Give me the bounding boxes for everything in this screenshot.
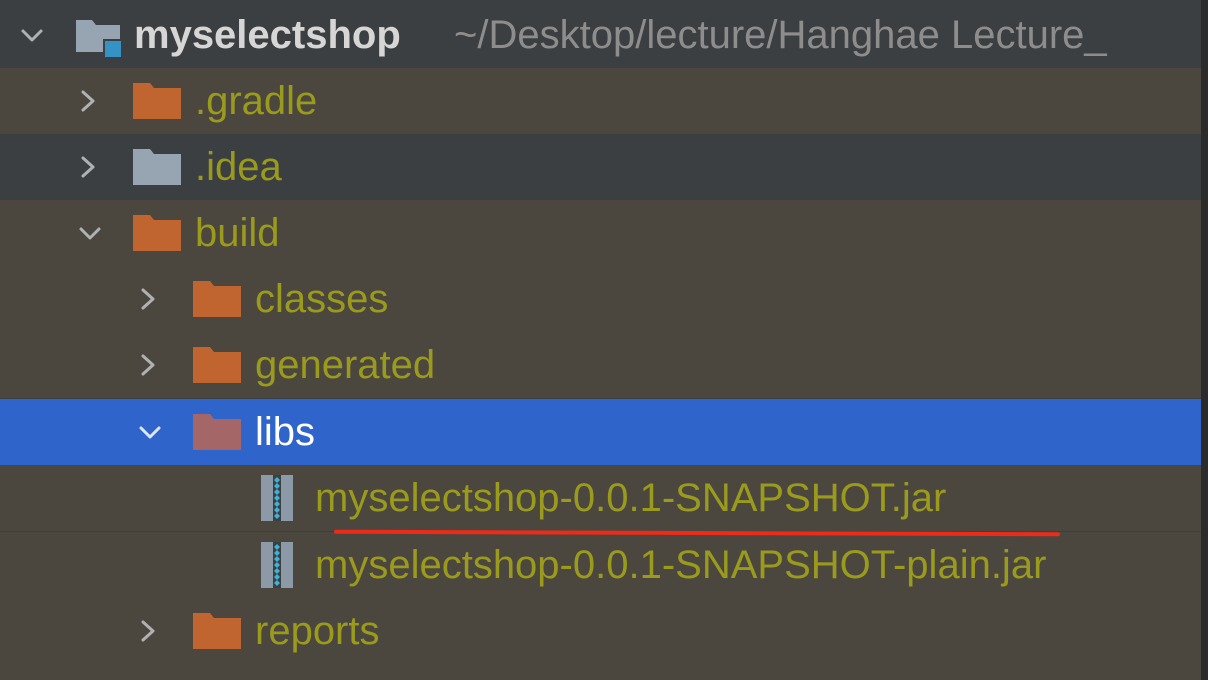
- folder-icon: [133, 149, 181, 185]
- chevron-right-icon[interactable]: [76, 89, 100, 113]
- tree-label-reports: reports: [255, 609, 380, 653]
- folder-icon: [193, 281, 241, 317]
- archive-icon: [259, 473, 295, 523]
- folder-icon: [193, 347, 241, 383]
- folder-icon: [193, 613, 241, 649]
- tree-label-classes: classes: [255, 277, 389, 321]
- chevron-right-icon[interactable]: [76, 155, 100, 179]
- project-name: myselectshop: [134, 13, 401, 57]
- tree-row-jar-snapshot[interactable]: myselectshop-0.0.1-SNAPSHOT.jar: [0, 465, 1201, 531]
- tree-row-gradle[interactable]: .gradle: [0, 68, 1201, 134]
- tree-row-classes[interactable]: classes: [0, 266, 1201, 332]
- tree-row-generated[interactable]: generated: [0, 332, 1201, 398]
- tree-label-gradle: .gradle: [195, 79, 318, 123]
- module-folder-icon: [74, 16, 124, 62]
- chevron-right-icon[interactable]: [136, 619, 160, 643]
- chevron-right-icon[interactable]: [136, 353, 160, 377]
- tree-label-generated: generated: [255, 343, 436, 387]
- tree-row-reports[interactable]: reports: [0, 598, 1201, 680]
- tree-row-jar-plain[interactable]: myselectshop-0.0.1-SNAPSHOT-plain.jar: [0, 532, 1201, 598]
- chevron-down-icon[interactable]: [138, 420, 162, 444]
- tree-label-libs: libs: [255, 410, 316, 454]
- folder-icon: [133, 83, 181, 119]
- chevron-right-icon[interactable]: [136, 287, 160, 311]
- folder-icon: [193, 414, 241, 450]
- tree-row-build[interactable]: build: [0, 200, 1201, 266]
- chevron-down-icon[interactable]: [78, 221, 102, 245]
- archive-icon: [259, 540, 295, 590]
- tree-label-build: build: [195, 211, 280, 255]
- tree-row-libs[interactable]: libs: [0, 399, 1201, 465]
- tree-row-project-root[interactable]: myselectshop ~/Desktop/lecture/Hanghae L…: [0, 2, 1201, 68]
- tree-label-jar-snapshot: myselectshop-0.0.1-SNAPSHOT.jar: [315, 476, 947, 520]
- chevron-down-icon[interactable]: [20, 23, 44, 47]
- tree-label-idea: .idea: [195, 145, 282, 189]
- tree-label-jar-plain: myselectshop-0.0.1-SNAPSHOT-plain.jar: [315, 543, 1047, 587]
- project-tree: myselectshop ~/Desktop/lecture/Hanghae L…: [0, 0, 1208, 680]
- panel-edge: [1201, 0, 1208, 680]
- project-path: ~/Desktop/lecture/Hanghae Lecture_: [454, 13, 1107, 57]
- folder-icon: [133, 215, 181, 251]
- tree-row-idea[interactable]: .idea: [0, 134, 1201, 200]
